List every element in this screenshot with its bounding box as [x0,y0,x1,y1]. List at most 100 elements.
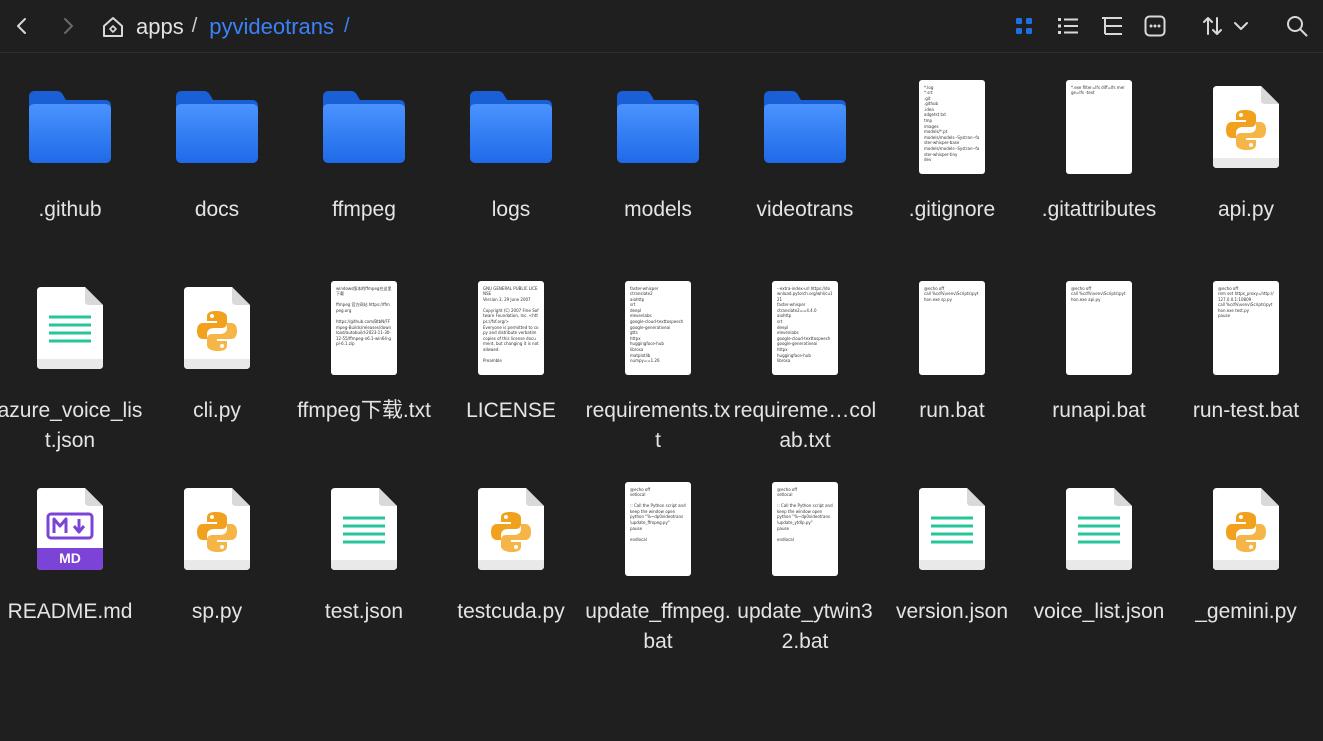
folder-icon [323,90,405,163]
file-name: ffmpeg下载.txt [297,399,431,422]
chevron-right-icon [64,18,73,34]
file-name: version.json [895,600,1009,623]
file-name: testcuda.py [457,600,565,623]
breadcrumb-separator: / [344,15,350,37]
text-file-preview: *.log *.srt .git .github .idea adgetst.t… [919,79,985,174]
file-name: update_ffmpeg.bat [585,600,731,653]
breadcrumb-item-apps[interactable]: apps [136,14,184,40]
file-name: voice_list.json [1033,600,1165,623]
toolbar: apps / pyvideotrans / [0,0,1323,53]
file-thumbnail: @echo off call %cd%\venv\Scripts\python.… [882,270,1022,385]
file-thumbnail: MD [0,471,140,586]
file-thumbnail: faster-whisper ctranslate2 aiohttp srt d… [588,270,728,385]
text-preview-content: *.log *.srt .git .github .idea adgetst.t… [924,84,980,163]
file-name: videotrans [756,198,854,221]
file-name: logs [491,198,531,221]
file-thumbnail: *.log *.srt .git .github .idea adgetst.t… [882,69,1022,184]
file-thumbnail [588,69,728,184]
file-name: run-test.bat [1192,399,1300,422]
search-button[interactable] [1279,8,1315,44]
file-name: requireme…colab.txt [733,399,877,452]
file-thumbnail [1176,471,1316,586]
text-file-preview: @echo off call %cd%\venv\Scripts\python.… [919,280,985,375]
file-name: azure_voice_list.json [0,399,143,452]
folder-icon [617,90,699,163]
list-view-button[interactable] [1050,8,1086,44]
forward-button[interactable] [50,8,86,44]
file-name: models [624,198,692,221]
text-file-preview: GNU GENERAL PUBLIC LICENSE Version 3, 29… [478,280,544,375]
sort-icon [1203,17,1222,35]
file-name: requirements.txt [585,399,731,452]
file-name: cli.py [193,399,241,422]
text-preview-content: GNU GENERAL PUBLIC LICENSE Version 3, 29… [483,285,539,364]
file-thumbnail: *.exe filter=lfs diff=lfs merge=lfs -tex… [1029,69,1169,184]
json-file-icon [37,286,103,369]
file-thumbnail [1176,69,1316,184]
text-file-preview: @echo off setlocal :: Call the Python sc… [772,481,838,576]
home-button[interactable] [100,14,126,40]
file-name: .gitignore [908,198,996,221]
text-preview-content: @echo off call %cd%\venv\Scripts\python.… [924,285,979,302]
breadcrumb-separator: / [191,15,198,37]
more-icon [1144,15,1166,37]
back-button[interactable] [4,8,40,44]
file-thumbnail: @echo off setlocal :: Call the Python sc… [735,471,875,586]
python-file-icon [1213,85,1279,168]
file-thumbnail: @echo off call %cd%\venv\Scripts\python.… [1029,270,1169,385]
text-file-preview: --extra-index-url https://download.pytor… [772,280,838,375]
text-file-preview: @echo off setlocal :: Call the Python sc… [625,481,691,576]
text-preview-content: @echo off setlocal :: Call the Python sc… [777,486,833,542]
file-name: api.py [1217,198,1275,221]
tree-view-icon [1102,17,1122,35]
file-name: .github [38,198,102,221]
file-thumbnail [1029,471,1169,586]
file-name: _gemini.py [1195,600,1297,623]
file-thumbnail [882,471,1022,586]
sort-button[interactable] [1196,8,1256,44]
text-file-preview: *.exe filter=lfs diff=lfs merge=lfs -tex… [1066,79,1132,174]
list-view-icon [1058,18,1078,34]
file-thumbnail [441,471,581,586]
file-name: .gitattributes [1041,198,1157,221]
file-thumbnail [0,270,140,385]
json-file-icon [1066,487,1132,570]
text-file-preview: faster-whisper ctranslate2 aiohttp srt d… [625,280,691,375]
json-file-icon [331,487,397,570]
file-thumbnail: @echo off setlocal :: Call the Python sc… [588,471,728,586]
breadcrumb-item-current[interactable]: pyvideotrans [209,14,334,40]
file-thumbnail [147,270,287,385]
chevron-down-icon [1234,22,1248,30]
text-preview-content: @echo off call %cd%\venv\Scripts\python.… [1071,285,1126,302]
text-file-preview: windows版本的ffmpeg在这里下载 ffmpeg 官方网站 https:… [331,280,397,375]
python-file-icon [184,487,250,570]
file-name: run.bat [919,399,985,422]
file-thumbnail: @echo off rem set https_proxy=http://127… [1176,270,1316,385]
text-preview-content: @echo off setlocal :: Call the Python sc… [630,486,686,542]
file-name: runapi.bat [1052,399,1146,422]
file-thumbnail [0,69,140,184]
folder-icon [764,90,846,163]
chevron-left-icon [17,18,26,34]
text-file-preview: @echo off rem set https_proxy=http://127… [1213,280,1279,375]
json-file-icon [919,487,985,570]
file-type-badge: MD [59,550,81,566]
python-file-icon [1213,487,1279,570]
text-preview-content: windows版本的ffmpeg在这里下载 ffmpeg 官方网站 https:… [336,285,392,347]
file-thumbnail [147,471,287,586]
more-button[interactable] [1137,8,1173,44]
file-thumbnail [441,69,581,184]
file-name: docs [194,198,240,221]
file-thumbnail [294,471,434,586]
python-file-icon [478,487,544,570]
file-thumbnail: --extra-index-url https://download.pytor… [735,270,875,385]
file-thumbnail [147,69,287,184]
text-preview-content: @echo off rem set https_proxy=http://127… [1218,285,1274,319]
file-thumbnail: GNU GENERAL PUBLIC LICENSE Version 3, 29… [441,270,581,385]
grid-view-button[interactable] [1006,8,1042,44]
python-file-icon [184,286,250,369]
tree-view-button[interactable] [1094,8,1130,44]
file-name: README.md [7,600,133,623]
text-preview-content: faster-whisper ctranslate2 aiohttp srt d… [630,285,684,364]
search-icon [1287,16,1308,37]
